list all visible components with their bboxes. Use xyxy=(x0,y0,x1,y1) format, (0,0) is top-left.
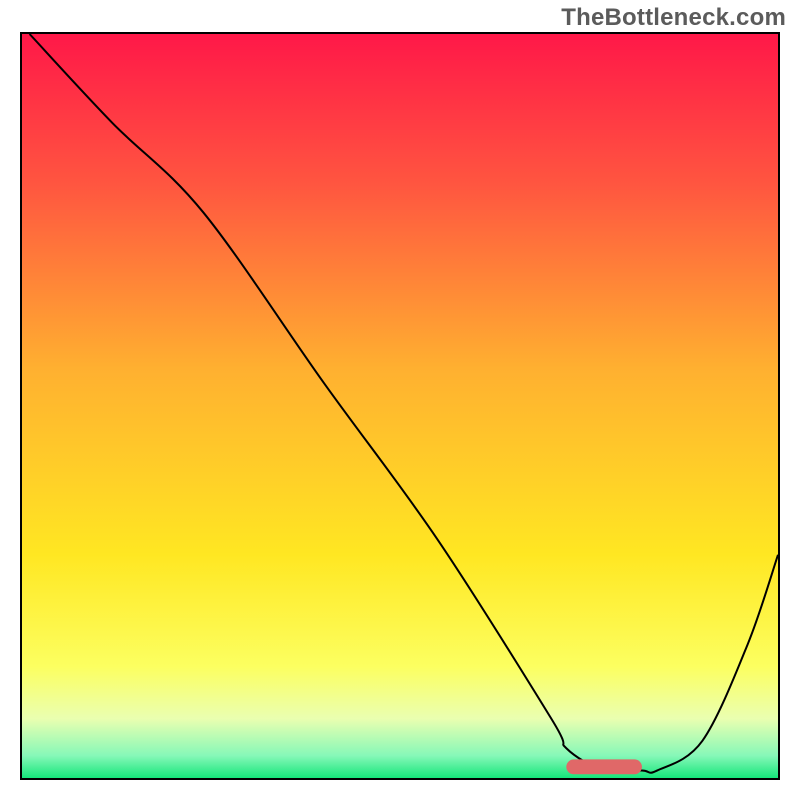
chart-container: TheBottleneck.com xyxy=(0,0,800,800)
chart-svg xyxy=(22,34,778,778)
plot-area xyxy=(20,32,780,780)
optimal-marker xyxy=(566,759,642,774)
watermark-text: TheBottleneck.com xyxy=(561,4,786,32)
